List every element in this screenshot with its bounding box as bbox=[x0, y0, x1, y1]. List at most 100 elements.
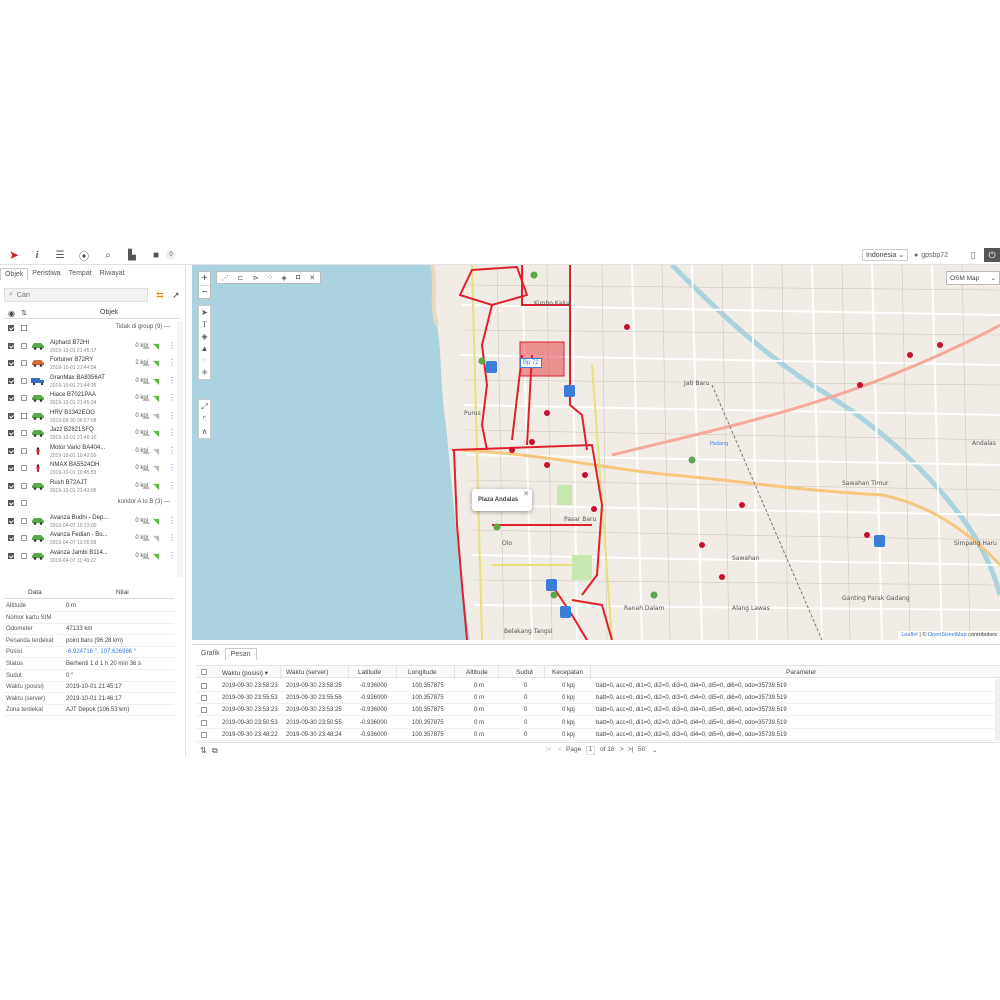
vehicle-row[interactable]: NMAX BA5524OH 2019-10-01 10:45:53 0 kpj ☁ ◥ ⋮ bbox=[0, 461, 178, 478]
more-menu-icon[interactable]: ⋮ bbox=[168, 341, 176, 350]
col-altitude[interactable]: Altitude bbox=[466, 669, 488, 676]
col-waktu-server[interactable]: Waktu (server) bbox=[286, 669, 328, 676]
group-follow-checkbox[interactable] bbox=[21, 325, 27, 331]
col-longitude[interactable]: Longitude bbox=[408, 669, 437, 676]
first-page-icon[interactable]: |< bbox=[546, 746, 551, 753]
group-label[interactable]: Tidak di group (9) — bbox=[116, 324, 170, 330]
vehicle-follow-checkbox[interactable] bbox=[21, 430, 27, 436]
vehicle-follow-checkbox[interactable] bbox=[21, 552, 27, 559]
vehicle-marker-label[interactable]: Bp 72 bbox=[520, 358, 542, 368]
vehicle-follow-checkbox[interactable] bbox=[21, 377, 27, 384]
vehicle-row[interactable]: Avanza Jambi B114... 2019-04-07 11:49:22 0… bbox=[0, 549, 178, 566]
tab-riwayat[interactable]: Riwayat bbox=[96, 268, 129, 280]
zoom-out-button[interactable]: − bbox=[199, 285, 210, 298]
chevron-down-icon[interactable]: ⌄ bbox=[652, 746, 657, 754]
car-icon[interactable]: ■ bbox=[150, 249, 162, 261]
mobile-icon[interactable]: ▯ bbox=[966, 248, 980, 262]
more-menu-icon[interactable]: ⋮ bbox=[168, 446, 176, 455]
zoom-in-button[interactable]: + bbox=[199, 272, 210, 285]
page-input[interactable]: 1 bbox=[586, 746, 596, 755]
group-visibility-checkbox[interactable] bbox=[8, 500, 14, 506]
info-icon[interactable]: i bbox=[31, 249, 43, 261]
more-menu-icon[interactable]: ⋮ bbox=[168, 481, 176, 490]
circle-icon[interactable]: ○ bbox=[268, 274, 272, 281]
osm-link[interactable]: OpenStreetMap bbox=[928, 632, 967, 638]
map-type-select[interactable]: OSM Map ⌄ bbox=[946, 271, 1000, 285]
vehicle-row[interactable]: Alphard B72HI 2019-10-01 21:45:17 0 kpj ☁ ◥ ⋮ bbox=[0, 339, 178, 356]
add-object-icon[interactable]: ➚ bbox=[170, 289, 182, 301]
more-menu-icon[interactable]: ⋮ bbox=[168, 411, 176, 420]
col-parameter[interactable]: Parameter bbox=[786, 669, 816, 676]
vehicle-follow-checkbox[interactable] bbox=[21, 342, 27, 349]
messages-scrollbar[interactable] bbox=[995, 679, 1000, 741]
shield-icon[interactable]: ◈ bbox=[201, 332, 207, 341]
row-checkbox[interactable] bbox=[201, 731, 207, 738]
row-checkbox[interactable] bbox=[201, 719, 207, 726]
vehicle-row[interactable]: Motor Vario BA404... 2019-10-01 10:42:59 0… bbox=[0, 444, 178, 461]
vehicle-follow-checkbox[interactable] bbox=[21, 535, 27, 541]
table-row[interactable]: 2019-09-30 23:58:23 2019-09-30 23:58:25 -0… bbox=[196, 680, 1000, 692]
per-page-select[interactable]: 50 bbox=[638, 746, 645, 753]
prev-page-icon[interactable]: < bbox=[558, 746, 562, 753]
vehicle-visibility-checkbox[interactable] bbox=[8, 552, 14, 559]
more-menu-icon[interactable]: ⋮ bbox=[168, 428, 176, 437]
table-row[interactable]: 2019-09-30 23:53:23 2019-09-30 23:53:25 -0… bbox=[196, 704, 1000, 717]
chevron-up-icon[interactable]: ∧ bbox=[202, 427, 208, 436]
leaflet-link[interactable]: Leaflet bbox=[901, 632, 918, 638]
tab-grafik[interactable]: Grafik bbox=[196, 648, 225, 660]
fullscreen-icon[interactable]: ⤢ bbox=[201, 402, 207, 412]
more-menu-icon[interactable]: ⋮ bbox=[168, 516, 176, 525]
table-row[interactable]: 2019-09-30 23:48:22 2019-09-30 23:48:24 -0… bbox=[196, 729, 1000, 741]
vehicle-visibility-checkbox[interactable] bbox=[8, 465, 14, 471]
language-select[interactable]: Indonesia ⌄ bbox=[862, 249, 909, 261]
vehicle-follow-checkbox[interactable] bbox=[21, 447, 27, 454]
vehicle-follow-checkbox[interactable] bbox=[21, 412, 27, 419]
text-icon[interactable]: T bbox=[202, 320, 207, 329]
shield-icon[interactable]: ◈ bbox=[281, 274, 286, 282]
vehicle-visibility-checkbox[interactable] bbox=[8, 535, 14, 541]
vehicle-follow-checkbox[interactable] bbox=[21, 482, 27, 489]
group-row[interactable]: koridor A to B (3) — bbox=[0, 496, 178, 513]
export-icon[interactable]: ⧉ bbox=[212, 746, 218, 756]
more-menu-icon[interactable]: ⋮ bbox=[168, 551, 176, 560]
vehicle-visibility-checkbox[interactable] bbox=[8, 342, 14, 349]
row-checkbox[interactable] bbox=[201, 695, 207, 702]
target-icon[interactable]: ◌ bbox=[202, 356, 207, 365]
search-icon[interactable]: ⌕ bbox=[102, 249, 114, 261]
vehicle-row[interactable]: GranMax BA8356AT 2019-10-01 21:44:35 0 kpj… bbox=[0, 374, 178, 391]
vehicle-follow-checkbox[interactable] bbox=[21, 360, 27, 366]
visibility-icon[interactable]: ◉ bbox=[8, 309, 15, 318]
more-menu-icon[interactable]: ⋮ bbox=[168, 393, 176, 402]
logo-icon[interactable]: ➤ bbox=[8, 248, 20, 262]
vehicle-row[interactable]: Avanza Fedian - Bo... 2019-04-07 13:05:58… bbox=[0, 531, 178, 548]
col-kecepatan[interactable]: Kecepatan bbox=[552, 669, 583, 676]
last-page-icon[interactable]: >| bbox=[628, 746, 633, 753]
vehicle-visibility-checkbox[interactable] bbox=[8, 412, 14, 419]
row-checkbox[interactable] bbox=[201, 683, 207, 689]
col-sudut[interactable]: Sudut bbox=[516, 669, 533, 676]
refresh-icon[interactable]: ⇆ bbox=[154, 289, 166, 301]
chart-icon[interactable]: ▙ bbox=[126, 249, 138, 261]
measure-icon[interactable]: ⋰ bbox=[222, 274, 229, 282]
route-icon[interactable]: ▲ bbox=[201, 344, 209, 353]
location-icon[interactable]: ⦿ bbox=[78, 249, 90, 263]
vehicle-visibility-checkbox[interactable] bbox=[8, 447, 14, 454]
vehicle-row[interactable]: Avanza Budhi - Dep... 2019-04-07 10:13:00… bbox=[0, 514, 178, 531]
sun-icon[interactable]: ✳ bbox=[201, 368, 208, 377]
settings-icon[interactable]: ☰ bbox=[54, 249, 66, 261]
follow-icon[interactable]: ⇅ bbox=[21, 309, 27, 317]
row-checkbox[interactable] bbox=[201, 707, 207, 714]
more-menu-icon[interactable]: ⋮ bbox=[168, 533, 176, 542]
navigate-icon[interactable]: ➤ bbox=[201, 308, 208, 317]
vehicle-visibility-checkbox[interactable] bbox=[8, 395, 14, 401]
vehicle-row[interactable]: HRV B1342EOG 2019-09-30 06:57:08 0 kpj ☁ ◥ ⋮ bbox=[0, 409, 178, 426]
search-input[interactable] bbox=[16, 291, 137, 299]
tab-peristiwa[interactable]: Peristiwa bbox=[28, 268, 64, 280]
tab-tempat[interactable]: Tempat bbox=[65, 268, 96, 280]
vehicle-visibility-checkbox[interactable] bbox=[8, 360, 14, 366]
more-menu-icon[interactable]: ⋮ bbox=[168, 376, 176, 385]
zone-icon[interactable]: ◘ bbox=[296, 274, 300, 281]
vehicle-row[interactable]: Hiace B7021PAA 2019-10-01 21:45:34 0 kpj ☁ ◥… bbox=[0, 391, 178, 408]
group-follow-checkbox[interactable] bbox=[21, 500, 27, 506]
col-latitude[interactable]: Latitude bbox=[358, 669, 381, 676]
